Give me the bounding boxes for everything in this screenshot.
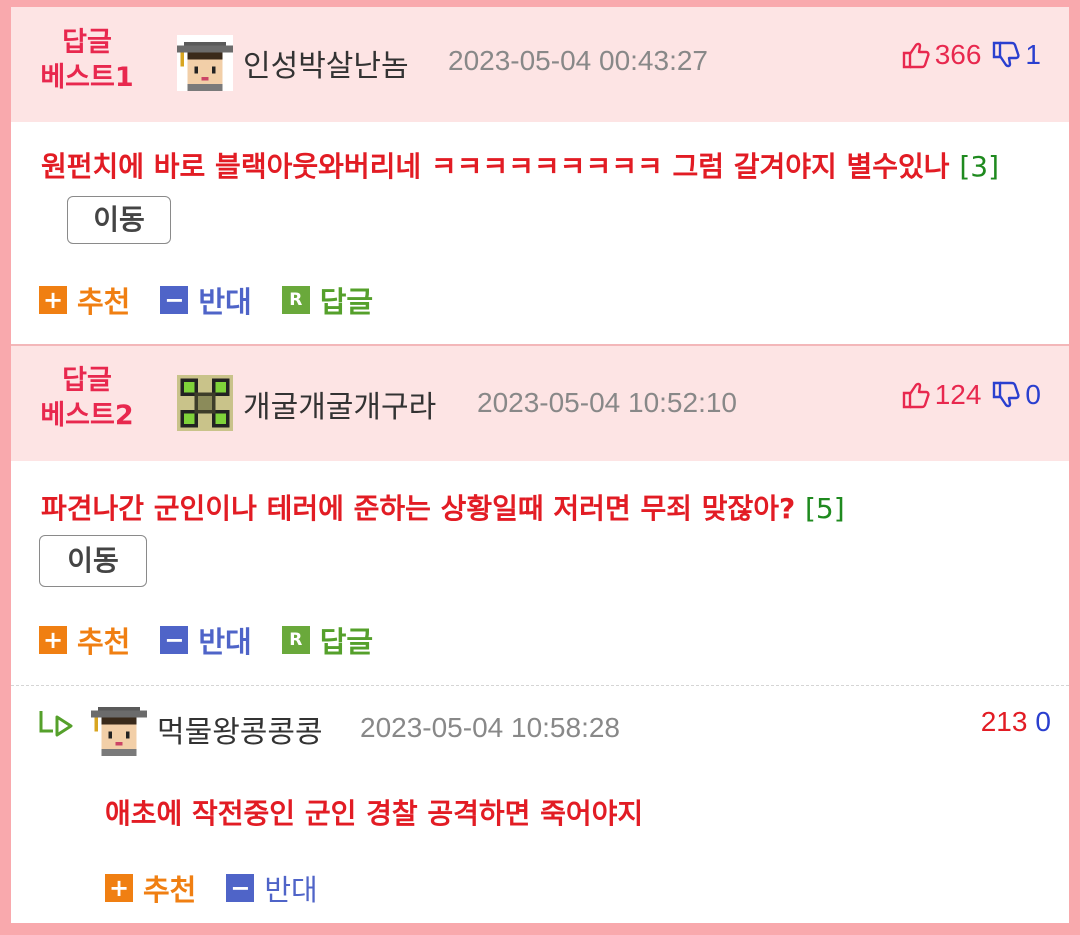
graduate-avatar-icon[interactable] <box>91 700 147 756</box>
move-button[interactable]: 이동 <box>39 535 147 587</box>
best-label-line1: 답글 <box>62 365 112 396</box>
reply-count: [3] <box>959 150 999 183</box>
comment-panel: 답글 베스트1 인성박살난놈 2023-05-04 00:43:27 366 1… <box>11 7 1069 923</box>
best-label-line1: 답글 <box>62 27 112 58</box>
plus-icon: + <box>39 286 67 314</box>
oppose-label: 반대 <box>264 873 318 907</box>
oppose-button[interactable]: − 반대 <box>226 867 318 909</box>
reply-label: 답글 <box>319 625 374 659</box>
minus-icon: − <box>160 286 189 314</box>
reply-text: 애초에 작전중인 군인 경찰 공격하면 죽어야지 <box>105 797 644 830</box>
downvote-count: 1 <box>1025 39 1041 70</box>
downvote-count: 0 <box>1025 379 1041 410</box>
thumbs-up-icon <box>902 42 930 69</box>
graduate-avatar-icon[interactable] <box>177 35 233 91</box>
recommend-button[interactable]: + 추천 <box>105 867 196 909</box>
reply-icon: R <box>281 626 310 654</box>
username[interactable]: 먹물왕콩콩콩 <box>157 707 323 751</box>
thumbs-down-icon <box>993 381 1021 408</box>
vote-summary: 213 0 <box>981 706 1051 738</box>
comment-actions: + 추천 − 반대 R 답글 <box>39 279 373 321</box>
recommend-label: 추천 <box>77 285 131 319</box>
timestamp: 2023-05-04 10:52:10 <box>477 387 737 418</box>
best-comment-header-2: 답글 베스트2 개굴개굴개구라 2023-05-04 10:52:10 124 … <box>11 346 1069 461</box>
upvote-count: 366 <box>934 39 982 70</box>
recommend-label: 추천 <box>77 625 131 659</box>
upvote-count: 213 <box>980 706 1028 737</box>
move-button-wrap: 이동 <box>39 535 147 587</box>
plus-icon: + <box>39 626 67 654</box>
reply-icon: R <box>281 286 310 314</box>
minus-icon: − <box>226 874 255 902</box>
oppose-label: 반대 <box>198 625 252 659</box>
comment-body: 파견나간 군인이나 테러에 준하는 상황일때 저러면 무죄 맞잖아? [5] <box>41 483 1051 535</box>
reply-actions: + 추천 − 반대 <box>105 867 318 909</box>
oppose-label: 반대 <box>198 285 252 319</box>
username[interactable]: 개굴개굴개구라 <box>243 382 436 426</box>
comment-actions: + 추천 − 반대 R 답글 <box>39 619 373 661</box>
plus-icon: + <box>105 874 133 902</box>
best-label-line2: 베스트2 <box>40 400 134 431</box>
recommend-button[interactable]: + 추천 <box>39 619 130 661</box>
oppose-button[interactable]: − 반대 <box>160 619 252 661</box>
thumbs-down-icon <box>993 41 1021 68</box>
oppose-button[interactable]: − 반대 <box>160 279 252 321</box>
minus-icon: − <box>160 626 189 654</box>
comment-text: 원펀치에 바로 블랙아웃와버리네 ㅋㅋㅋㅋㅋㅋㅋㅋㅋ 그럼 갈겨야지 별수있나 <box>41 150 950 183</box>
best-label: 답글 베스트1 <box>27 25 147 95</box>
timestamp: 2023-05-04 10:58:28 <box>360 712 620 743</box>
reply-button[interactable]: R 답글 <box>281 619 374 661</box>
vote-summary: 366 1 <box>901 39 1041 71</box>
best-comment-header-1: 답글 베스트1 인성박살난놈 2023-05-04 00:43:27 366 1 <box>11 7 1069 122</box>
thumbs-up-icon <box>902 382 930 409</box>
drone-avatar-icon[interactable] <box>177 375 233 431</box>
best-label: 답글 베스트2 <box>27 363 147 433</box>
username[interactable]: 인성박살난놈 <box>243 41 409 85</box>
reply-label: 답글 <box>319 285 374 319</box>
recommend-button[interactable]: + 추천 <box>39 279 130 321</box>
vote-summary: 124 0 <box>901 379 1041 411</box>
move-button[interactable]: 이동 <box>67 196 171 244</box>
downvote-count: 0 <box>1035 706 1051 737</box>
upvote-count: 124 <box>934 379 982 410</box>
comment-body: 원펀치에 바로 블랙아웃와버리네 ㅋㅋㅋㅋㅋㅋㅋㅋㅋ 그럼 갈겨야지 별수있나 … <box>41 141 1051 245</box>
reply-button[interactable]: R 답글 <box>281 279 374 321</box>
reply-count: [5] <box>805 492 845 525</box>
timestamp: 2023-05-04 00:43:27 <box>448 45 708 76</box>
comment-text: 파견나간 군인이나 테러에 준하는 상황일때 저러면 무죄 맞잖아? <box>41 492 796 525</box>
best-label-line2: 베스트1 <box>40 62 134 93</box>
recommend-label: 추천 <box>143 873 197 907</box>
divider <box>11 685 1069 686</box>
reply-arrow-icon <box>39 711 73 737</box>
